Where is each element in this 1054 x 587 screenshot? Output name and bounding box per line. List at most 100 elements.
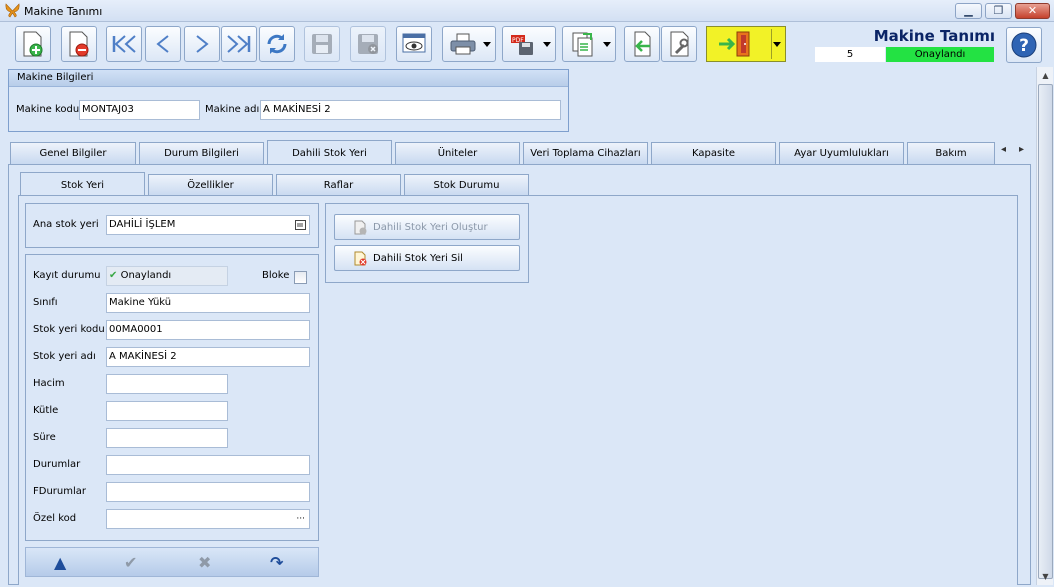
floppy-cancel-icon [358, 34, 378, 54]
main-stock-field[interactable]: DAHİLİ İŞLEM [106, 215, 310, 235]
redo-icon[interactable]: ↷ [270, 553, 283, 572]
tab-bakim[interactable]: Bakım [907, 142, 995, 164]
page-title: Makine Tanımı [873, 27, 995, 45]
special-code-field[interactable]: ··· [106, 509, 310, 529]
floppy-check-icon [312, 34, 332, 54]
status-field: ✔ Onaylandı [106, 266, 228, 286]
last-icon [227, 35, 251, 53]
import-button[interactable] [624, 26, 660, 62]
delete-label: Dahili Stok Yeri Sil [373, 252, 463, 264]
block-checkbox[interactable] [294, 271, 307, 284]
chevron-down-icon [483, 42, 491, 47]
export-dropdown[interactable] [562, 26, 616, 62]
special-code-label: Özel kod [33, 513, 77, 524]
chevron-down-icon [603, 42, 611, 47]
subtab-stok-durumu[interactable]: Stok Durumu [404, 174, 529, 196]
states-field[interactable] [106, 455, 310, 475]
machine-name-label: Makine adı [205, 104, 260, 115]
pdf-export-dropdown[interactable]: PDF [502, 26, 556, 62]
refresh-button[interactable] [259, 26, 295, 62]
fstates-field[interactable] [106, 482, 310, 502]
next-icon [196, 35, 209, 53]
restore-button[interactable]: ❐ [985, 3, 1012, 19]
new-document-icon [23, 31, 43, 57]
save-close-button[interactable] [350, 26, 386, 62]
document-import-icon [634, 31, 651, 57]
last-record-button[interactable] [221, 26, 257, 62]
class-field[interactable]: Makine Yükü [106, 293, 310, 313]
record-number: 5 [815, 47, 885, 62]
tab-kapasite[interactable]: Kapasite [651, 142, 776, 164]
cancel-icon[interactable]: ✖ [198, 553, 211, 572]
fstates-label: FDurumlar [33, 486, 86, 497]
add-document-icon [354, 220, 367, 235]
create-label: Dahili Stok Yeri Oluştur [373, 221, 488, 233]
status-value: Onaylandı [120, 270, 172, 281]
title-bar: Makine Tanımı ▁ ❐ ✕ [0, 0, 1054, 22]
exit-dropdown-button[interactable] [706, 26, 786, 62]
ellipsis-button[interactable]: ··· [296, 510, 305, 528]
duration-label: Süre [33, 432, 56, 443]
mass-field[interactable] [106, 401, 228, 421]
machine-code-label: Makine kodu [16, 104, 80, 115]
vertical-scrollbar[interactable]: ▲ ▼ [1036, 67, 1053, 585]
subtab-stok-yeri[interactable]: Stok Yeri [20, 172, 145, 196]
tab-uniteler[interactable]: Üniteler [395, 142, 520, 164]
machine-name-field[interactable]: A MAKİNESİ 2 [260, 100, 561, 120]
delete-document-icon [354, 251, 367, 266]
first-record-button[interactable] [106, 26, 142, 62]
volume-field[interactable] [106, 374, 228, 394]
machine-info-title: Makine Bilgileri [9, 70, 568, 87]
document-export-icon [572, 32, 593, 57]
scroll-up-icon[interactable]: ▲ [1037, 67, 1054, 84]
tools-button[interactable] [661, 26, 697, 62]
next-record-button[interactable] [184, 26, 220, 62]
help-button[interactable]: ? [1006, 27, 1042, 63]
create-internal-stock-button[interactable]: Dahili Stok Yeri Oluştur [334, 214, 520, 240]
print-dropdown[interactable] [442, 26, 496, 62]
tab-genel-bilgiler[interactable]: Genel Bilgiler [10, 142, 136, 164]
stock-name-field[interactable]: A MAKİNESİ 2 [106, 347, 310, 367]
delete-record-button[interactable] [61, 26, 97, 62]
subtab-ozellikler[interactable]: Özellikler [148, 174, 273, 196]
preview-eye-icon [402, 33, 426, 53]
move-up-icon[interactable]: ▲ [54, 553, 66, 572]
duration-field[interactable] [106, 428, 228, 448]
minimize-button[interactable]: ▁ [955, 3, 982, 19]
butterfly-icon [5, 3, 20, 18]
delete-internal-stock-button[interactable]: Dahili Stok Yeri Sil [334, 245, 520, 271]
pdf-save-icon: PDF [511, 35, 533, 55]
machine-code-field[interactable]: MONTAJ03 [79, 100, 200, 120]
tab-ayar-uyumluluklari[interactable]: Ayar Uyumlulukları [779, 142, 904, 164]
tab-scroll-right-icon[interactable]: ▸ [1019, 144, 1024, 155]
mass-label: Kütle [33, 405, 59, 416]
block-label: Bloke [262, 270, 290, 281]
tab-durum-bilgileri[interactable]: Durum Bilgileri [139, 142, 264, 164]
status-label: Kayıt durumu [33, 270, 101, 281]
tab-scroll-left-icon[interactable]: ◂ [1001, 144, 1006, 155]
chevron-down-icon [773, 42, 781, 47]
tab-veri-toplama[interactable]: Veri Toplama Cihazları [523, 142, 648, 164]
first-icon [112, 35, 136, 53]
subtab-raflar[interactable]: Raflar [276, 174, 401, 196]
confirm-icon[interactable]: ✔ [124, 553, 137, 572]
lookup-icon[interactable] [295, 220, 306, 230]
previous-record-button[interactable] [145, 26, 181, 62]
main-stock-value: DAHİLİ İŞLEM [109, 219, 176, 230]
main-stock-label: Ana stok yeri [33, 219, 99, 230]
save-button[interactable] [304, 26, 340, 62]
class-label: Sınıfı [33, 297, 58, 308]
sub-tabs: Stok Yeri Özellikler Raflar Stok Durumu [0, 172, 540, 196]
record-status-badge: Onaylandı [886, 47, 994, 62]
refresh-icon [267, 34, 287, 54]
stock-code-field[interactable]: 00MA0001 [106, 320, 310, 340]
preview-button[interactable] [396, 26, 432, 62]
check-icon: ✔ [109, 270, 118, 281]
help-icon: ? [1011, 32, 1037, 58]
new-record-button[interactable] [15, 26, 51, 62]
close-button[interactable]: ✕ [1015, 3, 1050, 19]
tab-dahili-stok-yeri[interactable]: Dahili Stok Yeri [267, 140, 392, 164]
scroll-thumb[interactable] [1038, 84, 1053, 579]
volume-label: Hacim [33, 378, 65, 389]
scroll-down-icon[interactable]: ▼ [1037, 568, 1054, 585]
